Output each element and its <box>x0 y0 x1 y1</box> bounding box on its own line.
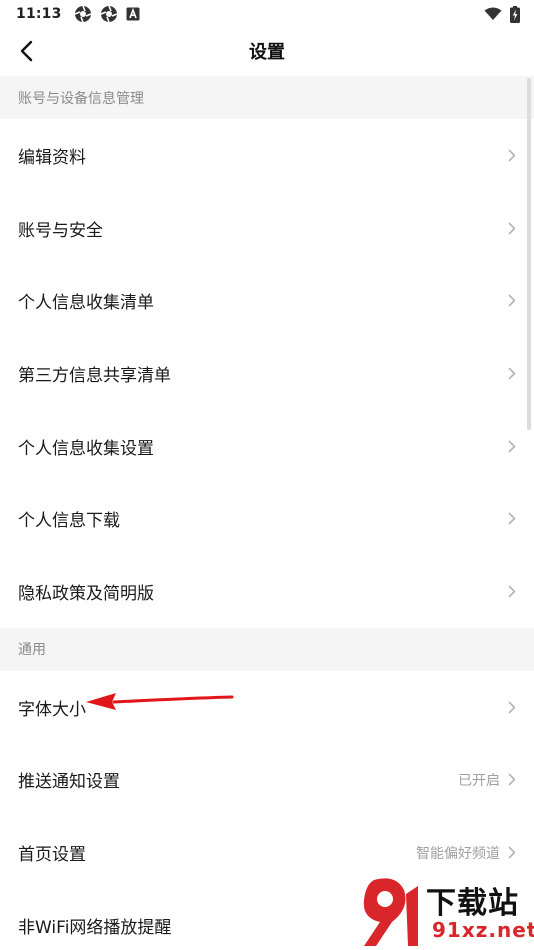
aperture-icon <box>74 5 92 23</box>
chevron-right-icon <box>508 294 516 307</box>
settings-item-third-party-sharing[interactable]: 第三方信息共享清单 <box>0 337 534 410</box>
chevron-right-icon <box>508 367 516 380</box>
settings-item-personal-info-settings[interactable]: 个人信息收集设置 <box>0 409 534 483</box>
settings-list[interactable]: 账号与设备信息管理 编辑资料 账号与安全 个人信息收集清单 第三方信息共享清单 … <box>0 76 534 950</box>
watermark-logo-text: 下载站 <box>426 886 519 921</box>
nav-bar: 设置 <box>0 28 534 74</box>
section-header-general: 通用 <box>0 627 534 671</box>
watermark-logo-icon <box>363 878 418 946</box>
chevron-right-icon <box>508 585 516 598</box>
section-header-account: 账号与设备信息管理 <box>0 76 534 119</box>
settings-item-value: 已开启 <box>458 772 500 789</box>
aperture-icon <box>100 5 118 23</box>
settings-item-font-size[interactable]: 字体大小 <box>0 670 534 744</box>
chevron-right-icon <box>508 512 516 525</box>
chevron-right-icon <box>508 701 516 714</box>
settings-item-label: 个人信息收集设置 <box>18 438 154 459</box>
settings-item-label: 账号与安全 <box>18 220 103 241</box>
settings-item-account-security[interactable]: 账号与安全 <box>0 191 534 265</box>
settings-item-edit-profile[interactable]: 编辑资料 <box>0 119 534 192</box>
settings-item-push-notifications[interactable]: 推送通知设置 已开启 <box>0 743 534 817</box>
battery-charging-icon <box>510 5 520 23</box>
watermark-domain: 91xz.net <box>432 918 534 942</box>
settings-item-label: 个人信息收集清单 <box>18 293 154 314</box>
page-title: 设置 <box>249 42 285 63</box>
status-icons-left <box>74 5 140 23</box>
settings-item-privacy-policy[interactable]: 隐私政策及简明版 <box>0 555 534 628</box>
watermark: 下载站 91xz.net <box>354 872 534 950</box>
settings-item-label: 第三方信息共享清单 <box>18 365 171 386</box>
scrollbar[interactable] <box>527 78 531 430</box>
settings-item-personal-info-download[interactable]: 个人信息下载 <box>0 482 534 556</box>
chevron-left-icon <box>20 40 33 62</box>
settings-item-label: 隐私政策及简明版 <box>18 583 154 604</box>
chevron-right-icon <box>508 222 516 235</box>
app-a-icon <box>126 7 140 21</box>
chevron-right-icon <box>508 149 516 162</box>
wifi-icon <box>484 7 502 21</box>
settings-item-label: 字体大小 <box>18 699 86 720</box>
chevron-right-icon <box>508 773 516 786</box>
settings-item-label: 个人信息下载 <box>18 511 120 532</box>
status-bar: 11:13 <box>0 0 534 28</box>
chevron-right-icon <box>508 846 516 859</box>
settings-item-label: 首页设置 <box>18 845 86 866</box>
back-button[interactable] <box>10 35 42 67</box>
status-time: 11:13 <box>16 6 62 22</box>
settings-item-label: 编辑资料 <box>18 147 86 168</box>
settings-item-personal-info-list[interactable]: 个人信息收集清单 <box>0 264 534 338</box>
chevron-right-icon <box>508 440 516 453</box>
settings-item-value: 智能偏好频道 <box>416 845 500 862</box>
settings-item-label: 非WiFi网络播放提醒 <box>18 917 172 938</box>
status-icons-right <box>484 5 520 23</box>
settings-item-label: 推送通知设置 <box>18 772 120 793</box>
